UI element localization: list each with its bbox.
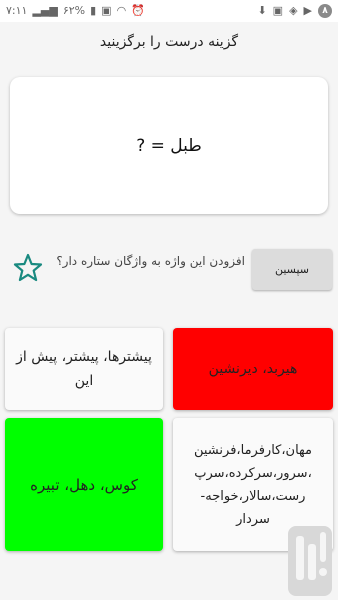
status-right: ⬇ ▣ ◈ ▶ ۸ (257, 3, 332, 19)
image-icon: ▣ (101, 4, 112, 17)
image-icon: ▣ (272, 4, 284, 17)
thanks-button[interactable]: سپسین (252, 249, 332, 290)
question-card: طبل = ? (10, 77, 328, 214)
alarm-icon: ⏰ (131, 4, 145, 17)
question-text: طبل = ? (136, 135, 202, 156)
star-icon[interactable] (13, 253, 43, 283)
signal-icon: ▂▄▆ (32, 4, 58, 17)
app-icon: ◈ (289, 4, 298, 17)
download-icon: ⬇ (257, 4, 267, 17)
battery-icon: ▮ (90, 4, 97, 17)
clock-time: ۷:۱۱ (6, 4, 28, 17)
battery-percentage: ۶۲% (62, 4, 86, 17)
status-bar: ۷:۱۱ ▂▄▆ ۶۲% ▮ ▣ ◠ ⏰ ⬇ ▣ ◈ ▶ ۸ (0, 0, 338, 22)
wifi-icon: ◠ (116, 4, 127, 17)
answer-option-3[interactable]: کوس، دهل، تبیره (5, 418, 163, 551)
answer-option-1[interactable]: پیشترها، پیشتر، پیش از این (5, 328, 163, 410)
status-left: ۷:۱۱ ▂▄▆ ۶۲% ▮ ▣ ◠ ⏰ (6, 3, 145, 19)
notification-count-badge: ۸ (318, 4, 332, 18)
answer-option-2[interactable]: هیربد، دیرنشین (173, 328, 333, 410)
video-icon: ▶ (303, 4, 312, 17)
favorite-prompt: افزودن این واژه به واژگان ستاره دار؟ (56, 254, 245, 268)
page-title: گزینه درست را برگزینید (99, 34, 239, 50)
store-logo-watermark (288, 526, 332, 596)
